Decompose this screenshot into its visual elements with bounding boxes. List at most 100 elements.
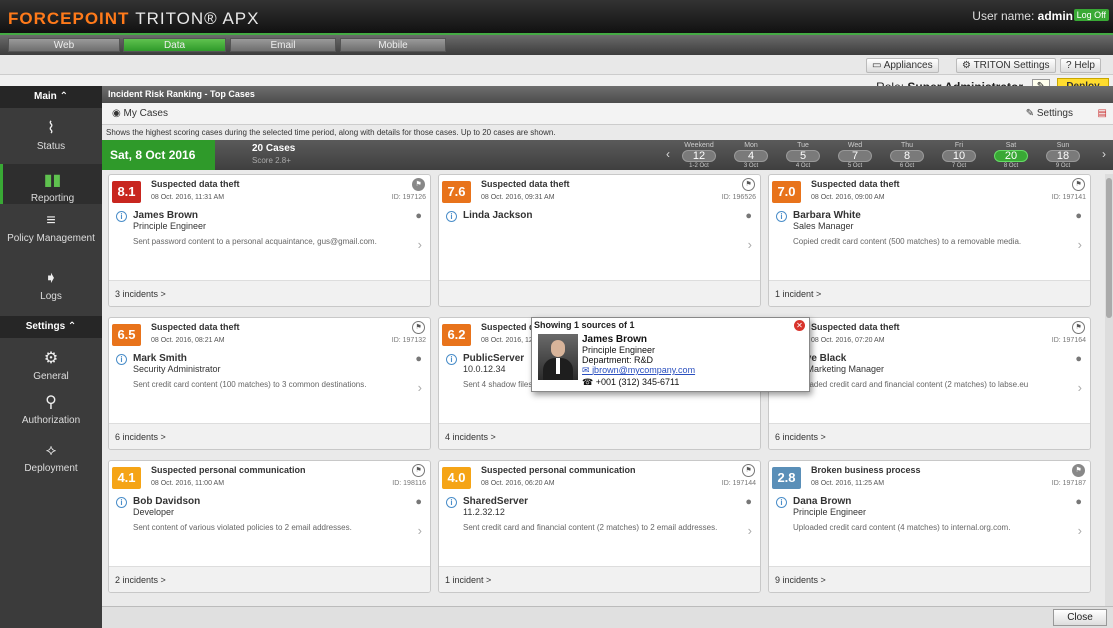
flag-icon[interactable]: ⚑ (742, 178, 755, 191)
case-date: 08 Oct. 2016, 08:21 AM (151, 337, 225, 344)
case-card[interactable]: 6.2Suspected data theft08 Oct. 2016, 07:… (768, 317, 1091, 450)
case-card[interactable]: 6.5 Suspected data theft 08 Oct. 2016, 08:… (108, 317, 431, 450)
tab-data[interactable]: Data (123, 38, 226, 52)
chevron-right-icon[interactable]: › (1078, 523, 1082, 538)
person-icon: ● (415, 353, 422, 365)
flag-icon[interactable]: ⚑ (742, 464, 755, 477)
tab-mobile[interactable]: Mobile (340, 38, 446, 52)
day-6[interactable]: Sat 20 8 Oct (992, 142, 1030, 169)
info-icon[interactable]: i (116, 497, 127, 508)
appliances-icon: ▭ (872, 60, 882, 71)
vertical-scrollbar[interactable] (1105, 174, 1113, 606)
triton-settings-button[interactable]: ⚙ TRITON Settings (956, 58, 1056, 73)
appliances-button[interactable]: ▭ Appliances (866, 58, 939, 73)
case-card[interactable]: 7.0 Suspected data theft 08 Oct. 2016, 09:… (768, 174, 1091, 307)
sidebar-item-policy[interactable]: ≡ Policy Management (0, 212, 102, 260)
case-description: Uploaded credit card content (4 matches)… (793, 523, 1011, 532)
flag-icon[interactable]: ⚑ (1072, 464, 1085, 477)
risk-score: 7.0 (772, 181, 801, 203)
source-name[interactable]: SharedServer (463, 496, 528, 507)
tab-web[interactable]: Web (8, 38, 120, 52)
incidents-link[interactable]: 1 incident > (439, 566, 760, 592)
day-5[interactable]: Fri 10 7 Oct (940, 142, 978, 169)
prev-period-icon[interactable]: ‹ (666, 147, 670, 161)
users-icon: ⚲ (45, 394, 57, 411)
sidebar-item-reporting[interactable]: ▮▮ Reporting (0, 164, 102, 204)
incidents-link[interactable]: 9 incidents > (769, 566, 1090, 592)
tab-email[interactable]: Email (230, 38, 336, 52)
risk-score: 2.8 (772, 467, 801, 489)
source-name[interactable]: Barbara White (793, 210, 861, 221)
policy-icon: ≡ (46, 212, 56, 229)
chevron-right-icon[interactable]: › (418, 380, 422, 395)
close-icon[interactable]: ✕ (794, 320, 805, 331)
my-cases-button[interactable]: ◉ My Cases (112, 103, 168, 125)
sidebar-item-status[interactable]: ⌇ Status (0, 118, 102, 158)
sidebar-item-general[interactable]: ⚙ General (0, 348, 102, 388)
source-name[interactable]: James Brown (133, 210, 198, 221)
incidents-link[interactable] (439, 280, 760, 306)
day-4[interactable]: Thu 8 6 Oct (888, 142, 926, 169)
source-name[interactable]: Linda Jackson (463, 210, 532, 221)
info-icon[interactable]: i (776, 497, 787, 508)
settings-link[interactable]: ✎ Settings (1026, 103, 1073, 125)
info-icon[interactable]: i (446, 497, 457, 508)
day-date: 7 Oct (951, 163, 967, 169)
flag-icon[interactable]: ⚑ (412, 464, 425, 477)
incidents-link[interactable]: 6 incidents > (769, 423, 1090, 449)
popup-email[interactable]: ✉ jbrown@mycompany.com (582, 365, 695, 376)
case-date: 08 Oct. 2016, 11:00 AM (151, 480, 225, 487)
case-date: 08 Oct. 2016, 06:20 AM (481, 480, 555, 487)
sidebar-item-authorization[interactable]: ⚲ Authorization (0, 392, 102, 432)
incidents-link[interactable]: 1 incident > (769, 280, 1090, 306)
case-card[interactable]: 7.6 Suspected data theft 08 Oct. 2016, 09:… (438, 174, 761, 307)
chevron-right-icon[interactable]: › (1078, 237, 1082, 252)
source-name[interactable]: Dana Brown (793, 496, 851, 507)
incidents-link[interactable]: 3 incidents > (109, 280, 430, 306)
source-name[interactable]: Bob Davidson (133, 496, 200, 507)
case-card[interactable]: 4.0 Suspected personal communication 08 Oc… (438, 460, 761, 593)
sidebar-header-settings[interactable]: Settings ⌃ (0, 316, 102, 338)
info-icon[interactable]: i (446, 354, 457, 365)
sidebar-header-main[interactable]: Main ⌃ (0, 86, 102, 108)
close-button[interactable]: Close (1053, 609, 1107, 626)
info-icon[interactable]: i (446, 211, 457, 222)
phone-icon: ☎ (582, 377, 594, 387)
case-card[interactable]: 2.8 Broken business process 08 Oct. 2016, … (768, 460, 1091, 593)
flag-icon[interactable]: ⚑ (1072, 178, 1085, 191)
chevron-right-icon[interactable]: › (748, 237, 752, 252)
day-count: 5 (786, 150, 820, 162)
day-count: 7 (838, 150, 872, 162)
export-pdf-icon[interactable]: ▤ (1098, 103, 1107, 125)
day-3[interactable]: Wed 7 5 Oct (836, 142, 874, 169)
info-icon[interactable]: i (116, 211, 127, 222)
brand-logo: FORCEPOINT TRITON® APX (8, 9, 259, 29)
flag-icon[interactable]: ⚑ (412, 178, 425, 191)
day-0[interactable]: Weekend 12 1-2 Oct (680, 142, 718, 169)
case-card[interactable]: 8.1 Suspected data theft 08 Oct. 2016, 11:… (108, 174, 431, 307)
incidents-link[interactable]: 2 incidents > (109, 566, 430, 592)
day-7[interactable]: Sun 18 9 Oct (1044, 142, 1082, 169)
chevron-up-icon: ⌃ (67, 321, 77, 332)
sidebar-item-logs[interactable]: ➧ Logs (0, 268, 102, 308)
case-card[interactable]: 4.1 Suspected personal communication 08 Oc… (108, 460, 431, 593)
source-name[interactable]: PublicServer (463, 353, 524, 364)
chevron-right-icon[interactable]: › (418, 523, 422, 538)
incidents-link[interactable]: 4 incidents > (439, 423, 760, 449)
info-icon[interactable]: i (116, 354, 127, 365)
mail-icon: ✉ (582, 365, 590, 375)
logoff-button[interactable]: Log Off (1073, 9, 1109, 21)
chevron-right-icon[interactable]: › (748, 523, 752, 538)
info-icon[interactable]: i (776, 211, 787, 222)
day-2[interactable]: Tue 5 4 Oct (784, 142, 822, 169)
help-button[interactable]: ? Help (1060, 58, 1101, 73)
day-1[interactable]: Mon 4 3 Oct (732, 142, 770, 169)
incidents-link[interactable]: 6 incidents > (109, 423, 430, 449)
flag-icon[interactable]: ⚑ (412, 321, 425, 334)
chevron-right-icon[interactable]: › (418, 237, 422, 252)
flag-icon[interactable]: ⚑ (1072, 321, 1085, 334)
next-period-icon[interactable]: › (1102, 147, 1106, 161)
chevron-right-icon[interactable]: › (1078, 380, 1082, 395)
sidebar-item-deployment[interactable]: ⟡ Deployment (0, 442, 102, 482)
source-name[interactable]: Mark Smith (133, 353, 187, 364)
